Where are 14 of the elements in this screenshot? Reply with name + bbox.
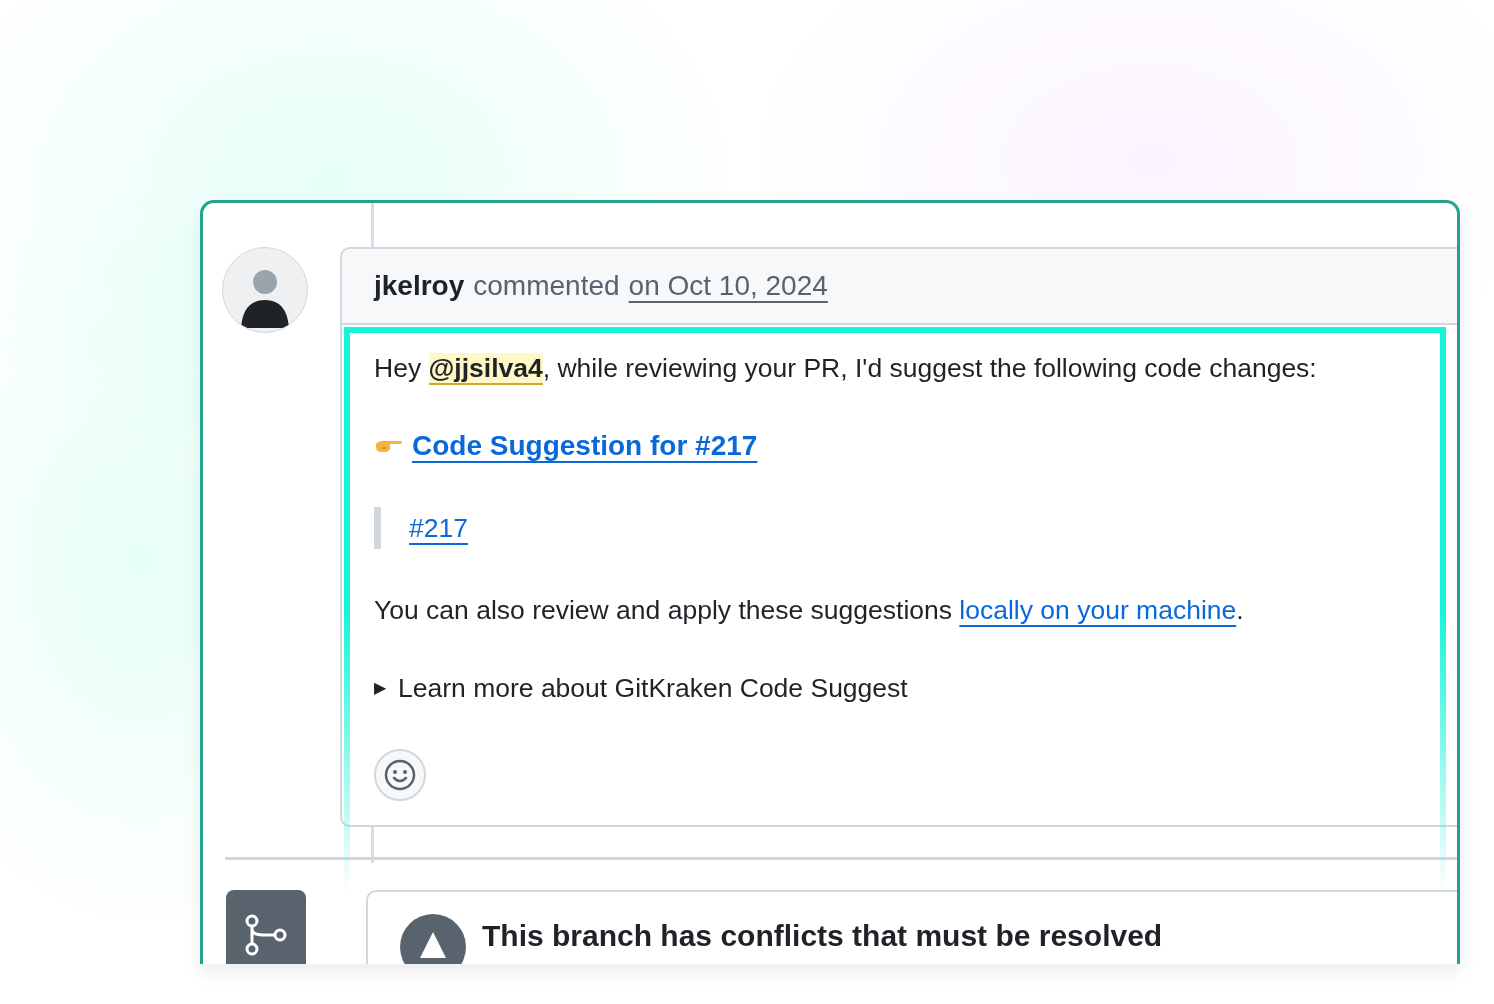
code-suggestion-link[interactable]: Code Suggestion for #217 xyxy=(412,429,758,463)
details-summary[interactable]: ▶ Learn more about GitKraken Code Suggest xyxy=(374,671,1457,705)
local-review-link[interactable]: locally on your machine xyxy=(959,595,1237,625)
greeting-text: Hey @jjsilva4, while reviewing your PR, I'd suggest the following code changes: xyxy=(374,352,1318,385)
smiley-icon xyxy=(383,758,417,792)
merge-status-title: This branch has conflicts that must be resolved xyxy=(482,918,1163,954)
comment-date-link[interactable]: on Oct 10, 2024 xyxy=(628,270,828,302)
issue-link[interactable]: #217 xyxy=(409,511,468,545)
review-note-text: You can also review and apply these suggestions locally on your machine. xyxy=(374,594,1245,627)
quote-bar xyxy=(374,507,381,549)
add-reaction-button[interactable] xyxy=(374,749,426,801)
author-name[interactable]: jkelroy xyxy=(374,270,465,302)
mention-link[interactable]: @jjsilva4 xyxy=(428,353,543,385)
comment-action: commented xyxy=(473,270,620,302)
